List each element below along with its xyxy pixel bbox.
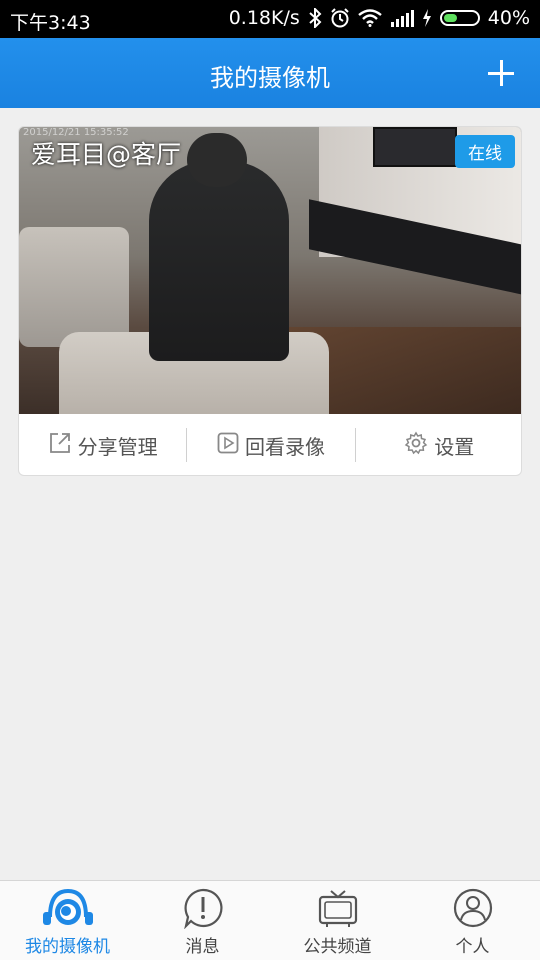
alarm-icon — [330, 8, 350, 28]
camera-card: 2015/12/21 15:35:52 爱耳目@客厅 在线 分享管理 回看录像 … — [18, 126, 522, 476]
preview-head — [187, 133, 247, 187]
tab-my-cameras[interactable]: 我的摄像机 — [0, 881, 135, 960]
app-header: 我的摄像机 — [0, 38, 540, 108]
battery-level — [443, 14, 457, 22]
status-time: 下午3:43 — [10, 12, 91, 34]
signal-icon — [390, 9, 414, 27]
playback-label: 回看录像 — [244, 434, 325, 459]
network-speed: 0.18K/s — [228, 7, 300, 29]
battery-percent: 40% — [487, 7, 530, 29]
status-bar: 下午3:43 0.18K/s 40% — [0, 0, 540, 38]
wifi-icon — [358, 9, 382, 27]
share-management-button[interactable]: 分享管理 — [19, 414, 186, 475]
message-icon — [182, 887, 224, 933]
gear-icon — [404, 431, 428, 460]
tab-public-channel[interactable]: 公共频道 — [270, 881, 405, 960]
tv-icon — [317, 887, 359, 933]
tab-label: 个人 — [455, 937, 490, 957]
camera-action-bar: 分享管理 回看录像 设置 — [19, 414, 521, 475]
add-camera-button[interactable] — [488, 60, 514, 86]
play-icon — [217, 432, 239, 459]
tab-messages[interactable]: 消息 — [135, 881, 270, 960]
battery-icon — [439, 10, 480, 26]
settings-label: 设置 — [434, 434, 475, 459]
preview-sofa — [19, 227, 129, 347]
camera-preview[interactable]: 2015/12/21 15:35:52 爱耳目@客厅 在线 — [19, 127, 521, 414]
charging-icon — [422, 9, 432, 27]
tab-profile[interactable]: 个人 — [405, 881, 540, 960]
settings-button[interactable]: 设置 — [356, 414, 521, 475]
share-management-label: 分享管理 — [77, 434, 158, 459]
bluetooth-icon — [308, 8, 322, 28]
page-title: 我的摄像机 — [210, 64, 330, 92]
status-badge: 在线 — [455, 135, 515, 168]
status-indicators: 0.18K/s 40% — [229, 7, 530, 29]
share-icon — [48, 431, 72, 460]
camera-eye-icon — [40, 887, 96, 933]
tab-label: 消息 — [185, 937, 220, 957]
preview-tv — [373, 127, 457, 167]
preview-person — [149, 161, 289, 361]
tab-label: 公共频道 — [303, 937, 372, 957]
playback-button[interactable]: 回看录像 — [187, 414, 354, 475]
bottom-tab-bar: 我的摄像机 消息 公共频道 个人 — [0, 880, 540, 960]
camera-name: 爱耳目@客厅 — [31, 140, 182, 169]
user-icon — [452, 887, 494, 933]
tab-label: 我的摄像机 — [25, 937, 110, 957]
